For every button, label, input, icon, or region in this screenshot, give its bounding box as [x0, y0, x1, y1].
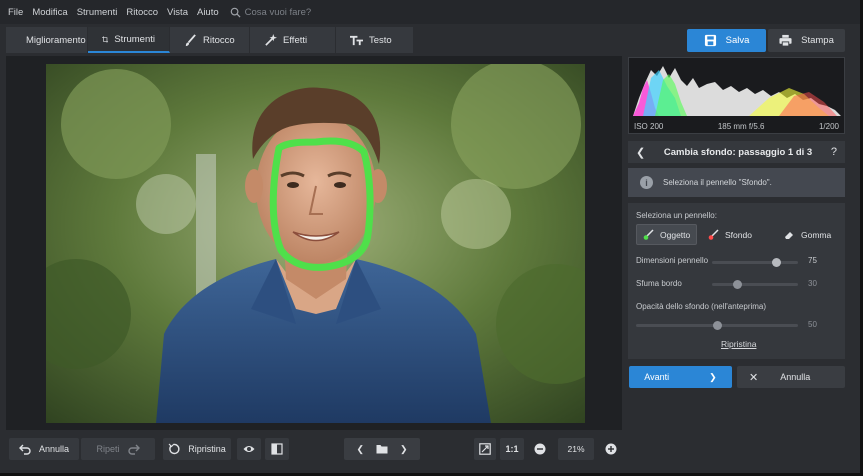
- save-icon: [704, 34, 716, 47]
- search-placeholder: Cosa vuoi fare?: [244, 6, 312, 18]
- compare-button[interactable]: [265, 438, 289, 460]
- eye-icon: [243, 446, 255, 452]
- print-button[interactable]: Stampa: [768, 29, 845, 52]
- next-label: Avanti: [644, 372, 670, 382]
- info-icon: i: [640, 176, 653, 189]
- tab-label: Effetti: [283, 34, 308, 46]
- exif-shutter: 1/200: [818, 121, 839, 131]
- slider-size-thumb[interactable]: [772, 258, 781, 267]
- close-icon: ✕: [749, 371, 759, 384]
- menu-modifica[interactable]: Modifica: [32, 7, 67, 18]
- brush-oggetto-label: Oggetto: [660, 229, 691, 240]
- slider-size-value: 75: [808, 256, 817, 265]
- cancel-button[interactable]: ✕ Annulla: [737, 366, 845, 388]
- tab-effetti[interactable]: Effetti: [250, 27, 336, 53]
- redo-label: Ripeti: [96, 444, 120, 454]
- step-header: ❮ Cambia sfondo: passaggio 1 di 3 ?: [628, 141, 845, 163]
- tab-label: Testo: [369, 34, 392, 46]
- exif-lens: 185 mm f/5.6: [717, 121, 765, 131]
- menu-aiuto[interactable]: Aiuto: [197, 7, 219, 18]
- menu-file[interactable]: File: [8, 7, 23, 18]
- menu-ritocco[interactable]: Ritocco: [126, 7, 158, 18]
- exif-iso: ISO 200: [634, 121, 664, 131]
- fit-to-window-button[interactable]: [474, 438, 496, 460]
- slider-size[interactable]: [712, 258, 798, 267]
- tab-label: Ritocco: [203, 34, 235, 46]
- slider-size-label: Dimensioni pennello: [636, 256, 709, 265]
- undo-label: Annulla: [38, 444, 70, 454]
- actual-size-button[interactable]: 1:1: [500, 438, 524, 460]
- exif-info: ISO 200 185 mm f/5.6 1/200: [628, 118, 845, 134]
- compare-icon: [271, 443, 283, 455]
- chevron-right-icon: ❯: [709, 371, 717, 382]
- print-label: Stampa: [801, 35, 834, 46]
- file-navigator[interactable]: ❮ ❯: [344, 438, 420, 460]
- slider-feather[interactable]: [712, 280, 798, 289]
- step-title: Cambia sfondo: passaggio 1 di 3: [663, 146, 813, 158]
- preview-button[interactable]: [237, 438, 261, 460]
- menu-strumenti[interactable]: Strumenti: [77, 7, 118, 18]
- slider-opacity-thumb[interactable]: [712, 321, 722, 330]
- slider-opacity-value: 50: [808, 320, 817, 329]
- photo[interactable]: [46, 64, 585, 423]
- help-icon[interactable]: ?: [831, 146, 837, 158]
- cancel-label: Annulla: [780, 372, 811, 382]
- tab-ritocco[interactable]: Ritocco: [170, 27, 250, 53]
- save-label: Salva: [725, 35, 750, 46]
- tool-tabs: Miglioramento Strumenti Ritocco Effetti …: [6, 27, 414, 53]
- eraser-icon: [785, 232, 793, 239]
- restore-button[interactable]: Ripristina: [163, 438, 231, 460]
- restore-icon: [168, 443, 180, 455]
- restore-label: Ripristina: [188, 444, 226, 454]
- brush-minus-icon: [708, 229, 719, 240]
- slider-feather-label: Sfuma bordo: [636, 279, 682, 288]
- zoom-level[interactable]: 21%: [558, 438, 594, 460]
- zoom-out-button[interactable]: [530, 438, 550, 460]
- fit-screen-icon: [479, 443, 491, 455]
- zoom-in-icon: [605, 443, 617, 455]
- menu-bar: File Modifica Strumenti Ritocco Vista Ai…: [0, 0, 860, 24]
- zoom-in-button[interactable]: [601, 438, 621, 460]
- slider-opacity-label: Opacità dello sfondo (nell'anteprima): [636, 302, 767, 311]
- brush-oggetto-button[interactable]: Oggetto: [636, 224, 698, 245]
- slider-opacity[interactable]: [636, 321, 798, 330]
- undo-icon: [18, 444, 31, 455]
- next-button[interactable]: Avanti ❯: [629, 366, 732, 388]
- brush-gomma-button[interactable]: Gomma: [784, 224, 831, 245]
- tab-strumenti[interactable]: Strumenti: [88, 27, 170, 53]
- folder-icon[interactable]: [376, 443, 388, 455]
- tab-testo[interactable]: Testo: [336, 27, 414, 53]
- slider-feather-value: 30: [808, 279, 817, 288]
- zoom-out-icon: [534, 443, 546, 455]
- brush-sfondo-button[interactable]: Sfondo: [708, 224, 752, 245]
- tab-miglioramento[interactable]: Miglioramento: [6, 27, 88, 53]
- brush-plus-icon: [643, 229, 654, 240]
- brush-section-label: Seleziona un pennello:: [636, 211, 717, 220]
- redo-button[interactable]: Ripeti: [81, 438, 155, 460]
- menu-vista[interactable]: Vista: [167, 7, 188, 18]
- search-box[interactable]: Cosa vuoi fare?: [230, 6, 312, 18]
- magic-wand-icon: [265, 33, 277, 46]
- brush-gomma-label: Gomma: [801, 229, 832, 240]
- info-banner: i Seleziona il pennello "Sfondo".: [628, 168, 845, 197]
- tab-label: Strumenti: [114, 33, 155, 45]
- reset-link[interactable]: Ripristina: [721, 339, 756, 349]
- save-button[interactable]: Salva: [687, 29, 766, 52]
- redo-icon: [127, 444, 140, 455]
- chevron-left-icon[interactable]: ❮: [356, 444, 364, 455]
- text-icon: [350, 35, 363, 45]
- undo-button[interactable]: Annulla: [9, 438, 79, 460]
- crop-icon: [102, 35, 109, 43]
- portrait-image: [46, 64, 585, 423]
- search-icon: [230, 7, 241, 18]
- back-arrow-icon[interactable]: ❮: [636, 146, 645, 159]
- brush-icon: [185, 33, 196, 46]
- printer-icon: [779, 34, 792, 47]
- info-message: Seleziona il pennello "Sfondo".: [663, 178, 772, 187]
- tab-label: Miglioramento: [26, 34, 86, 46]
- chevron-right-icon[interactable]: ❯: [400, 444, 408, 455]
- brush-sfondo-label: Sfondo: [725, 229, 752, 240]
- histogram-graph: [633, 66, 841, 116]
